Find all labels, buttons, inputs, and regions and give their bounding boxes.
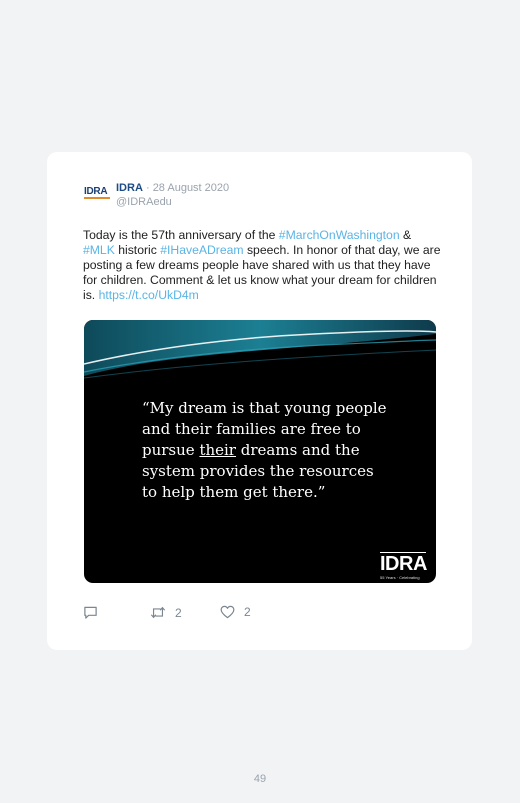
tweet-card: IDRA IDRA · 28 August 2020 @IDRAedu Toda… bbox=[47, 152, 472, 650]
quote-line: pursue their dreams and the bbox=[142, 440, 402, 461]
avatar-logo-text: IDRA bbox=[84, 186, 108, 197]
hashtag-link[interactable]: #MarchOnWashington bbox=[279, 228, 400, 242]
quote-text: “My dream is that young people and their… bbox=[142, 398, 402, 503]
heart-icon bbox=[220, 605, 235, 619]
tweet-text: Today is the 57th anniversary of the #Ma… bbox=[83, 228, 443, 303]
quote-line: to help them get there.” bbox=[142, 483, 326, 501]
logo-text: IDRA bbox=[380, 553, 427, 575]
reply-button[interactable] bbox=[83, 605, 98, 620]
like-button[interactable]: 2 bbox=[220, 605, 251, 619]
author-name[interactable]: IDRA bbox=[116, 182, 143, 194]
retweet-button[interactable]: 2 bbox=[150, 605, 182, 620]
meta-separator: · bbox=[145, 182, 150, 194]
tweet-media-image[interactable]: “My dream is that young people and their… bbox=[84, 320, 436, 583]
tweet-text-part: historic bbox=[114, 243, 161, 257]
reply-icon bbox=[84, 606, 97, 619]
like-count: 2 bbox=[244, 605, 251, 619]
quote-segment: dreams and the bbox=[235, 441, 360, 459]
avatar-logo-line bbox=[84, 197, 110, 199]
quote-line: and their families are free to bbox=[142, 420, 361, 438]
quote-underlined-word: their bbox=[199, 441, 236, 459]
avatar[interactable]: IDRA bbox=[84, 184, 110, 204]
hashtag-link[interactable]: #IHaveADream bbox=[160, 243, 243, 257]
idra-logo: IDRA 55 Years · Celebrating bbox=[380, 552, 427, 580]
retweet-icon bbox=[150, 606, 166, 619]
author-handle[interactable]: @IDRAedu bbox=[116, 195, 229, 209]
quote-line: system provides the resources bbox=[142, 462, 374, 480]
page-number: 49 bbox=[253, 773, 267, 785]
tweet-date[interactable]: 28 August 2020 bbox=[153, 182, 229, 194]
retweet-count: 2 bbox=[175, 605, 182, 620]
logo-subtext: 55 Years · Celebrating bbox=[380, 575, 420, 580]
wave-decoration bbox=[84, 320, 436, 379]
quote-line: “My dream is that young people bbox=[142, 399, 387, 417]
tweet-text-part: Today is the 57th anniversary of the bbox=[83, 228, 279, 242]
hashtag-link[interactable]: #MLK bbox=[83, 243, 115, 257]
tweet-link[interactable]: https://t.co/UkD4m bbox=[99, 288, 199, 302]
tweet-meta: IDRA · 28 August 2020 @IDRAedu bbox=[116, 181, 229, 209]
tweet-text-part: & bbox=[399, 228, 412, 242]
quote-segment: pursue bbox=[142, 441, 200, 459]
